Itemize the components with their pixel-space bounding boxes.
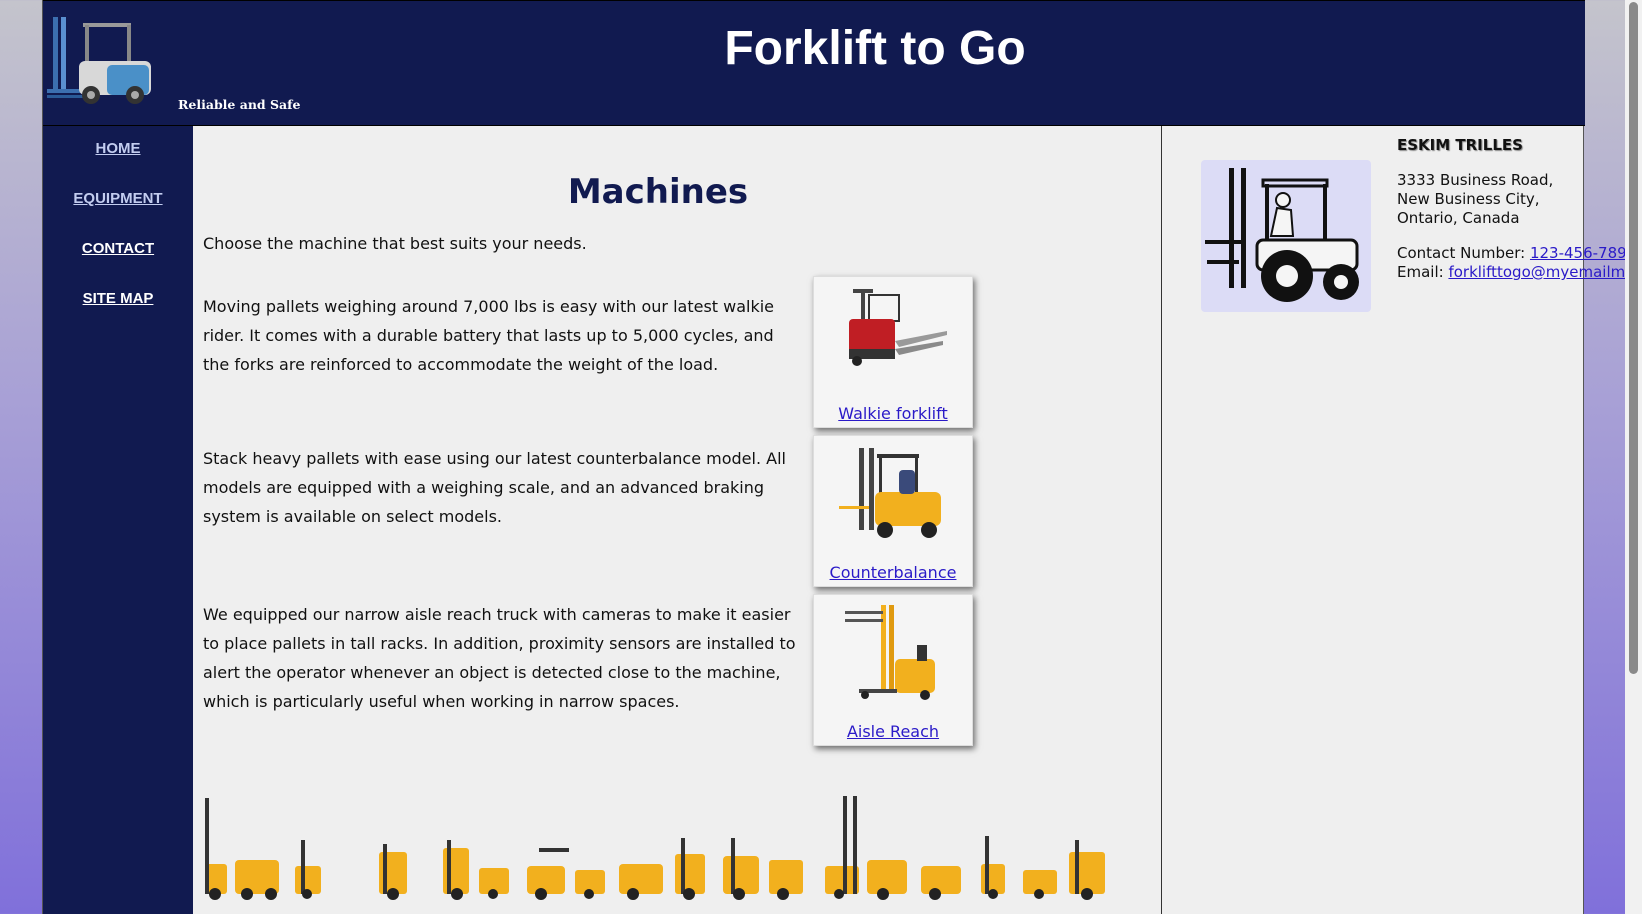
walkie-forklift-link[interactable]: Walkie forklift xyxy=(814,404,972,423)
aisle-reach-card[interactable]: Aisle Reach xyxy=(813,594,973,746)
address-line: 3333 Business Road, xyxy=(1397,171,1554,189)
main-content: Machines Choose the machine that best su… xyxy=(193,126,1162,914)
aisle-reach-forklift-image xyxy=(845,605,935,700)
email-link[interactable]: forklifttogo@myemailme.ca xyxy=(1448,263,1642,281)
email-line: Email: forklifttogo@myemailme.ca xyxy=(1397,263,1642,282)
page: Forklift to Go Reliable and Safe HOME EQ… xyxy=(42,0,1642,914)
aisle-reach-description: We equipped our narrow aisle reach truck… xyxy=(203,605,796,711)
nav-item-contact: CONTACT xyxy=(43,226,193,276)
nav-link-contact[interactable]: CONTACT xyxy=(82,240,154,257)
walkie-card[interactable]: Walkie forklift xyxy=(813,276,973,428)
site-title: Forklift to Go xyxy=(724,22,1026,75)
aisle-reach-link[interactable]: Aisle Reach xyxy=(814,722,972,741)
nav-link-equipment[interactable]: EQUIPMENT xyxy=(73,190,162,207)
counterbalance-forklift-image xyxy=(839,448,941,538)
contact-panel: ESKIM TRILLES 3333 Business Road, New Bu… xyxy=(1163,126,1642,914)
nav-link-home[interactable]: HOME xyxy=(96,140,141,157)
walkie-description: Moving pallets weighing around 7,000 lbs… xyxy=(203,297,775,374)
nav-item-site-map: SITE MAP xyxy=(43,276,193,326)
tractor-forklift-illustration xyxy=(1201,160,1371,312)
scrollbar-thumb[interactable] xyxy=(1629,2,1638,674)
address-line: New Business City, xyxy=(1397,190,1540,208)
page-scrollbar[interactable] xyxy=(1625,0,1642,914)
sidebar-nav: HOME EQUIPMENT CONTACT SITE MAP xyxy=(43,126,193,914)
site-tagline: Reliable and Safe xyxy=(178,97,301,112)
forklift-lineup-banner xyxy=(205,796,1105,900)
nav-link-site-map[interactable]: SITE MAP xyxy=(83,290,154,307)
nav-list: HOME EQUIPMENT CONTACT SITE MAP xyxy=(43,126,193,326)
counterbalance-card[interactable]: Counterbalance xyxy=(813,435,973,587)
company-address: 3333 Business Road, New Business City, O… xyxy=(1397,171,1553,228)
company-name: ESKIM TRILLES xyxy=(1397,136,1523,154)
email-label: Email: xyxy=(1397,263,1444,281)
address-line: Ontario, Canada xyxy=(1397,209,1520,227)
intro-text: Choose the machine that best suits your … xyxy=(203,234,587,253)
phone-link[interactable]: 123-456-7890 xyxy=(1530,244,1636,262)
contact-details: Contact Number: 123-456-7890 Email: fork… xyxy=(1397,244,1642,282)
nav-item-home: HOME xyxy=(43,126,193,176)
phone-label: Contact Number: xyxy=(1397,244,1526,262)
page-title: Machines xyxy=(567,172,749,212)
site-header: Forklift to Go Reliable and Safe xyxy=(43,0,1585,126)
phone-line: Contact Number: 123-456-7890 xyxy=(1397,244,1642,263)
walkie-forklift-image xyxy=(849,289,947,366)
counterbalance-link[interactable]: Counterbalance xyxy=(814,563,972,582)
nav-item-equipment: EQUIPMENT xyxy=(43,176,193,226)
counterbalance-description: Stack heavy pallets with ease using our … xyxy=(203,449,786,526)
